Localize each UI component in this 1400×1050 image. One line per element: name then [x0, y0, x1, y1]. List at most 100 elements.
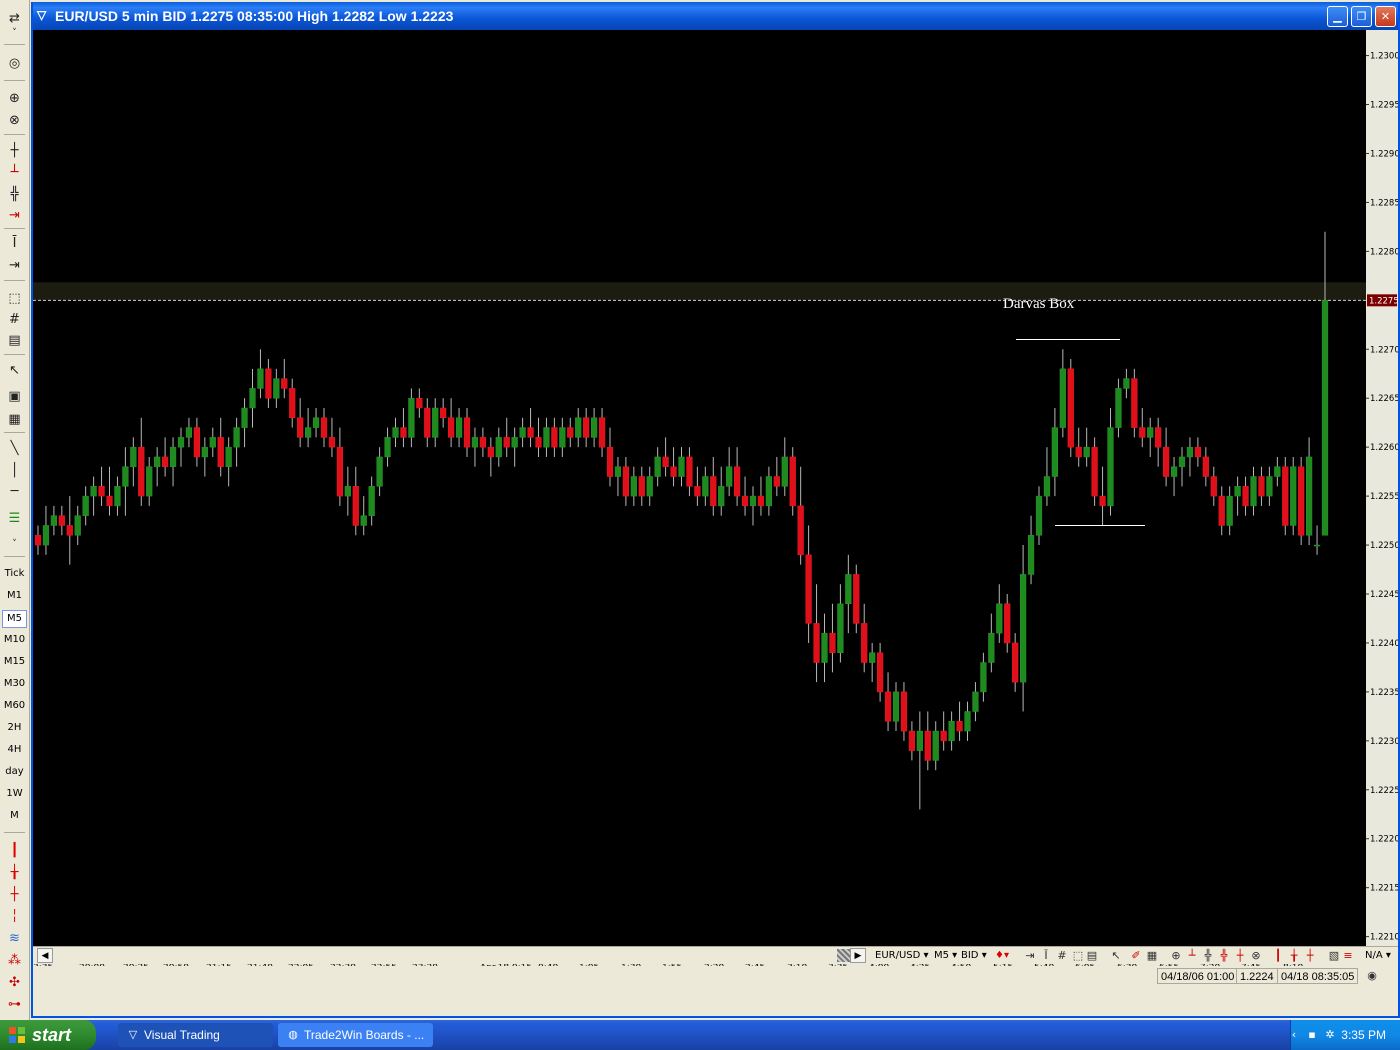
windows-flag-icon [9, 1027, 25, 1043]
candlestick-icon[interactable]: ┃ [1271, 949, 1285, 963]
trading-icon[interactable]: ⊶ [3, 994, 26, 1014]
studies-icon[interactable]: ⁂ [3, 950, 26, 970]
timeframe-m30[interactable]: M30 [2, 675, 27, 693]
timeframe-month[interactable]: M [2, 807, 27, 825]
settings-icon[interactable]: ✲ [1323, 1028, 1337, 1042]
selection-tool-icon[interactable]: ⬚ [3, 288, 26, 308]
channel-icon[interactable]: ☰ [3, 508, 26, 528]
zoom-in-icon[interactable]: ⊕ [3, 88, 26, 108]
timeframe-tick[interactable]: Tick [2, 565, 27, 583]
candle-body [336, 446, 343, 497]
grid-icon[interactable]: # [1055, 949, 1069, 963]
candle-body [543, 427, 550, 448]
report-icon[interactable]: ▧ [1327, 949, 1341, 963]
crosshair-red-icon[interactable]: ┴ [3, 162, 26, 182]
status-na-select[interactable]: N/A ▾ [1365, 949, 1391, 963]
grid-icon[interactable]: # [3, 309, 26, 329]
timeframe-m15[interactable]: M15 [2, 653, 27, 671]
crosshair-icon[interactable]: ┼ [1233, 949, 1247, 963]
candle-body [694, 486, 701, 497]
vertical-line-icon[interactable]: │ [3, 460, 26, 480]
swap-arrows-icon[interactable]: ⇄ [3, 8, 26, 28]
start-button[interactable]: start [0, 1020, 96, 1050]
candle-body [114, 486, 121, 507]
zoom-custom-icon[interactable]: ⊗ [1249, 949, 1263, 963]
candle-type-select[interactable]: ♦▾ [995, 949, 1009, 963]
selection-tool-icon[interactable]: ⬚ [1071, 949, 1085, 963]
candle-body [154, 456, 161, 467]
timeframe-m1[interactable]: M1 [2, 587, 27, 605]
indicators-icon[interactable]: ≋ [3, 928, 26, 948]
ohlc-bar-icon[interactable]: ╁ [1287, 949, 1301, 963]
chart-list-icon[interactable]: ▦ [3, 409, 26, 429]
candle [1131, 368, 1138, 438]
candle-body [376, 456, 383, 487]
crosshair-red-icon[interactable]: ┴ [1185, 949, 1199, 963]
task-trade2win[interactable]: ◍ Trade2Win Boards - ... [278, 1023, 433, 1047]
timeframe-m60[interactable]: M60 [2, 697, 27, 715]
chevron-down-icon[interactable]: ˅ [3, 538, 26, 550]
target-icon[interactable]: ◎ [3, 53, 26, 73]
trendline-icon[interactable]: ╲ [3, 438, 26, 458]
scroll-right-button[interactable]: ▶ [850, 948, 866, 963]
object-icon[interactable]: ▣ [3, 386, 26, 406]
timeframe-4h[interactable]: 4H [2, 741, 27, 759]
tick-icon[interactable]: ╎ [3, 906, 26, 926]
timeframe-1w[interactable]: 1W [2, 785, 27, 803]
candle-body [1313, 544, 1321, 547]
line-chart-icon[interactable]: ┼ [1303, 949, 1317, 963]
candlestick-icon[interactable]: ┃ [3, 840, 26, 860]
network-icon[interactable]: ▪ [1305, 1028, 1319, 1042]
vertical-range-icon[interactable]: Ī [1039, 949, 1053, 963]
maximize-button[interactable]: ❐ [1351, 6, 1372, 27]
symbol-select[interactable]: EUR/USD ▾ [875, 949, 929, 963]
horizontal-arrow-icon[interactable]: ⇥ [3, 255, 26, 275]
patterns-icon[interactable]: ✣ [3, 972, 26, 992]
candle-body [853, 574, 860, 624]
pointer-icon[interactable]: ↖ [1109, 949, 1123, 963]
chart-toolbar: ◀ ▶ EUR/USD ▾ M5 ▾ BID ▾ ♦▾ ⇥ Ī # ⬚ ▤ ↖ … [33, 946, 1398, 964]
candle-body [90, 486, 97, 497]
timeframe-day[interactable]: day [2, 763, 27, 781]
title-bar[interactable]: ▽ EUR/USD 5 min BID 1.2275 08:35:00 High… [33, 2, 1398, 30]
timeframe-select[interactable]: M5 ▾ [934, 949, 957, 963]
chart-list-icon[interactable]: ▦ [1145, 949, 1159, 963]
crosshair-icon[interactable]: ┼ [3, 140, 26, 160]
chart-area[interactable]: Darvas Box 1.2300 1.2295 1.2290 1.2285 1.228… [33, 30, 1398, 978]
candle-body [42, 525, 50, 546]
zoom-in-icon[interactable]: ⊕ [1169, 949, 1183, 963]
zoom-custom-icon[interactable]: ⊗ [3, 110, 26, 130]
price-type-select[interactable]: BID ▾ [961, 949, 987, 963]
timeframe-m5[interactable]: M5 [2, 610, 27, 628]
price-highlight-band [33, 282, 1366, 301]
scroll-left-button[interactable]: ◀ [37, 948, 53, 963]
cross-red-icon[interactable]: ⇥ [3, 205, 26, 225]
timeframe-m10[interactable]: M10 [2, 631, 27, 649]
candle-body [829, 632, 836, 653]
minimize-button[interactable]: ▁ [1327, 6, 1348, 27]
cross-red-icon[interactable]: ╬ [1217, 949, 1231, 963]
scroll-thumb[interactable] [837, 949, 851, 962]
line-chart-icon[interactable]: ┼ [3, 884, 26, 904]
cross-icon[interactable]: ╬ [3, 184, 26, 204]
close-button[interactable]: ✕ [1375, 6, 1396, 27]
pointer-icon[interactable]: ↖ [3, 360, 26, 380]
candle-body [455, 417, 463, 438]
cross-icon[interactable]: ╬ [1201, 949, 1215, 963]
draw-tool-icon[interactable]: ✐ [1129, 949, 1143, 963]
task-visual-trading[interactable]: ▽ Visual Trading [118, 1023, 273, 1047]
chevron-down-icon[interactable]: ˅ [3, 28, 26, 38]
arrow-right-icon[interactable]: ⇥ [1023, 949, 1037, 963]
system-tray: ‹ ▪ ✲ 3:35 PM [1290, 1020, 1400, 1050]
plot-background [33, 30, 1366, 974]
vertical-range-icon[interactable]: Ī [3, 233, 26, 253]
ohlc-bar-icon[interactable]: ╁ [3, 862, 26, 882]
properties-icon[interactable]: ▤ [1085, 949, 1099, 963]
tray-collapse-icon[interactable]: ‹ [1287, 1028, 1301, 1042]
properties-icon[interactable]: ▤ [3, 330, 26, 350]
bars-icon[interactable]: ≡ [1341, 949, 1355, 963]
timeframe-2h[interactable]: 2H [2, 719, 27, 737]
horizontal-line-icon[interactable]: ─ [3, 481, 26, 501]
candlestick-chart[interactable]: Darvas Box 1.2300 1.2295 1.2290 1.2285 1.228… [33, 30, 1398, 974]
candle-body [718, 486, 725, 507]
